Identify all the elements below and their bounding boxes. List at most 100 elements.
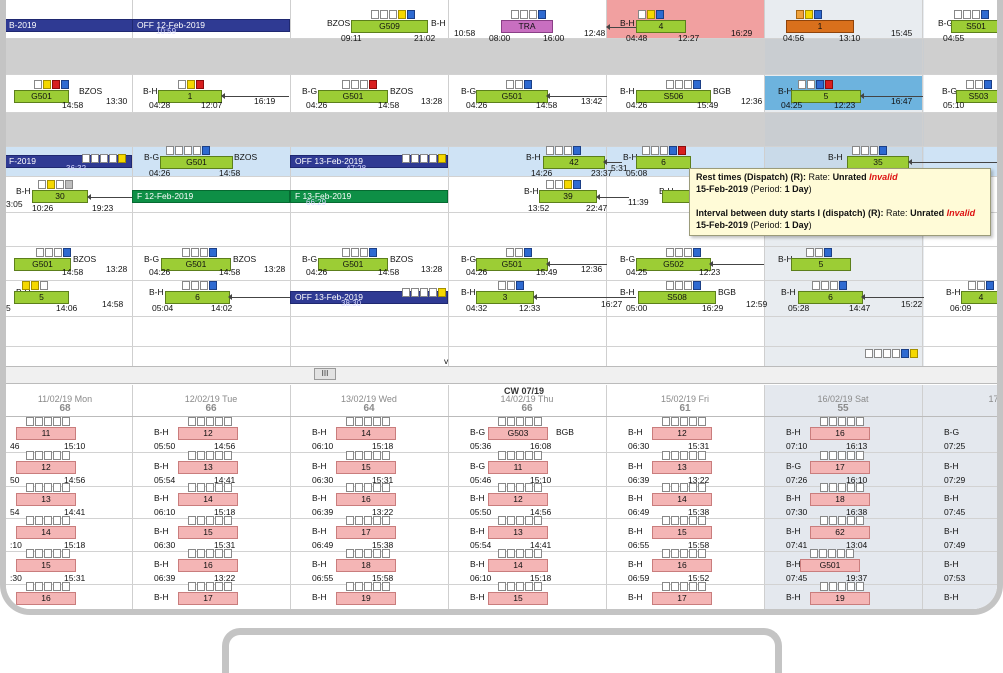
station-label: B-H <box>16 186 31 196</box>
status-box <box>382 516 390 525</box>
time-label: 05:08 <box>626 168 648 178</box>
duty-bar[interactable]: 16 <box>336 493 396 506</box>
status-box <box>524 248 532 257</box>
time-label: 15:18 <box>372 441 394 451</box>
duty-bar[interactable]: 14 <box>488 559 548 572</box>
duty-bar[interactable]: 14 <box>178 493 238 506</box>
duty-bar[interactable]: 30 <box>32 190 88 203</box>
duty-bar[interactable]: 14 <box>336 427 396 440</box>
status-box <box>892 349 900 358</box>
status-box <box>420 288 428 297</box>
status-box <box>662 483 670 492</box>
station-label: B-G <box>470 427 486 437</box>
status-box <box>698 582 706 591</box>
duty-bar[interactable]: G501 <box>14 90 69 103</box>
time-label: 14:58 <box>102 299 124 309</box>
duty-bar[interactable]: 17 <box>178 592 238 605</box>
duty-bar[interactable]: 5 <box>791 258 851 271</box>
status-box <box>224 549 232 558</box>
duty-bar[interactable]: G509 <box>351 20 428 33</box>
duty-bar[interactable]: 17 <box>336 526 396 539</box>
duty-bar[interactable]: 19 <box>336 592 396 605</box>
status-box <box>38 180 46 189</box>
time-label: 16:27 <box>601 299 623 309</box>
duty-bar[interactable]: 15 <box>336 461 396 474</box>
status-box <box>507 582 515 591</box>
duty-bar[interactable]: G501 <box>800 559 860 572</box>
status-box <box>364 549 372 558</box>
status-boxes <box>820 417 864 426</box>
status-box <box>678 146 686 155</box>
duty-bar[interactable]: 39 <box>539 190 597 203</box>
duty-bar[interactable]: 13 <box>652 461 712 474</box>
status-box <box>861 146 869 155</box>
status-box <box>525 483 533 492</box>
scrollbar-thumb[interactable]: III <box>314 368 336 380</box>
duty-bar[interactable]: 15 <box>178 526 238 539</box>
duty-bar[interactable]: 13 <box>16 493 76 506</box>
duty-bar[interactable]: 14 <box>16 526 76 539</box>
day-divider <box>448 0 449 366</box>
duty-bar[interactable]: 18 <box>810 493 870 506</box>
duty-bar[interactable]: 13 <box>488 526 548 539</box>
status-boxes <box>666 281 701 290</box>
duty-bar[interactable]: 1 <box>786 20 854 33</box>
duty-bar[interactable]: 15 <box>652 526 712 539</box>
status-box <box>981 10 989 19</box>
off-bar[interactable]: F 12-Feb-2019 <box>132 190 290 203</box>
duty-bar[interactable]: 12 <box>652 427 712 440</box>
station-label: B-H <box>154 493 169 503</box>
duty-bar[interactable]: 15 <box>16 559 76 572</box>
duty-bar[interactable]: 11 <box>16 427 76 440</box>
duty-bar[interactable]: 19 <box>810 592 870 605</box>
duty-bar[interactable]: 12 <box>178 427 238 440</box>
duty-bar[interactable] <box>662 190 690 203</box>
status-box <box>806 248 814 257</box>
status-box <box>815 248 823 257</box>
duty-bar[interactable]: 13 <box>178 461 238 474</box>
status-box <box>874 349 882 358</box>
status-box <box>642 146 650 155</box>
status-boxes <box>342 248 377 257</box>
status-boxes <box>178 80 204 89</box>
status-boxes <box>642 146 686 155</box>
duty-bar[interactable]: 17 <box>810 461 870 474</box>
status-box <box>662 451 670 460</box>
duty-bar[interactable]: 17 <box>652 592 712 605</box>
duty-bar[interactable]: 4 <box>636 20 686 33</box>
duty-bar[interactable]: 16 <box>16 592 76 605</box>
duty-bar[interactable]: 16 <box>810 427 870 440</box>
duty-bar[interactable]: 12 <box>16 461 76 474</box>
duty-bar[interactable]: 16 <box>178 559 238 572</box>
status-box <box>684 80 692 89</box>
scroll-arrow[interactable]: v <box>444 356 448 366</box>
duty-bar[interactable]: 62 <box>810 526 870 539</box>
status-box <box>671 516 679 525</box>
status-box <box>224 582 232 591</box>
status-boxes <box>852 146 887 155</box>
status-boxes <box>820 451 864 460</box>
status-box <box>44 549 52 558</box>
status-box <box>346 451 354 460</box>
duty-bar[interactable]: S501 <box>951 20 997 33</box>
duty-bar[interactable]: G503 <box>488 427 548 440</box>
duty-bar[interactable]: 12 <box>488 493 548 506</box>
time-label: 06:30 <box>154 540 176 550</box>
station-label: B-H <box>786 592 801 602</box>
duty-bar[interactable]: TRA <box>501 20 553 33</box>
splitter-bar[interactable]: III <box>6 366 997 384</box>
status-boxes <box>182 248 217 257</box>
time-label: 04:25 <box>781 100 803 110</box>
duty-bar[interactable]: 14 <box>652 493 712 506</box>
duty-bar[interactable]: 16 <box>652 559 712 572</box>
time-label: 04:25 <box>626 267 648 277</box>
status-box <box>196 80 204 89</box>
duty-bar[interactable]: 11 <box>488 461 548 474</box>
status-box <box>662 549 670 558</box>
time-label: 07:53 <box>944 573 966 583</box>
duty-bar[interactable]: 15 <box>488 592 548 605</box>
time-label: 15:10 <box>64 441 86 451</box>
status-boxes <box>954 10 989 19</box>
status-box <box>342 248 350 257</box>
duty-bar[interactable]: 18 <box>336 559 396 572</box>
